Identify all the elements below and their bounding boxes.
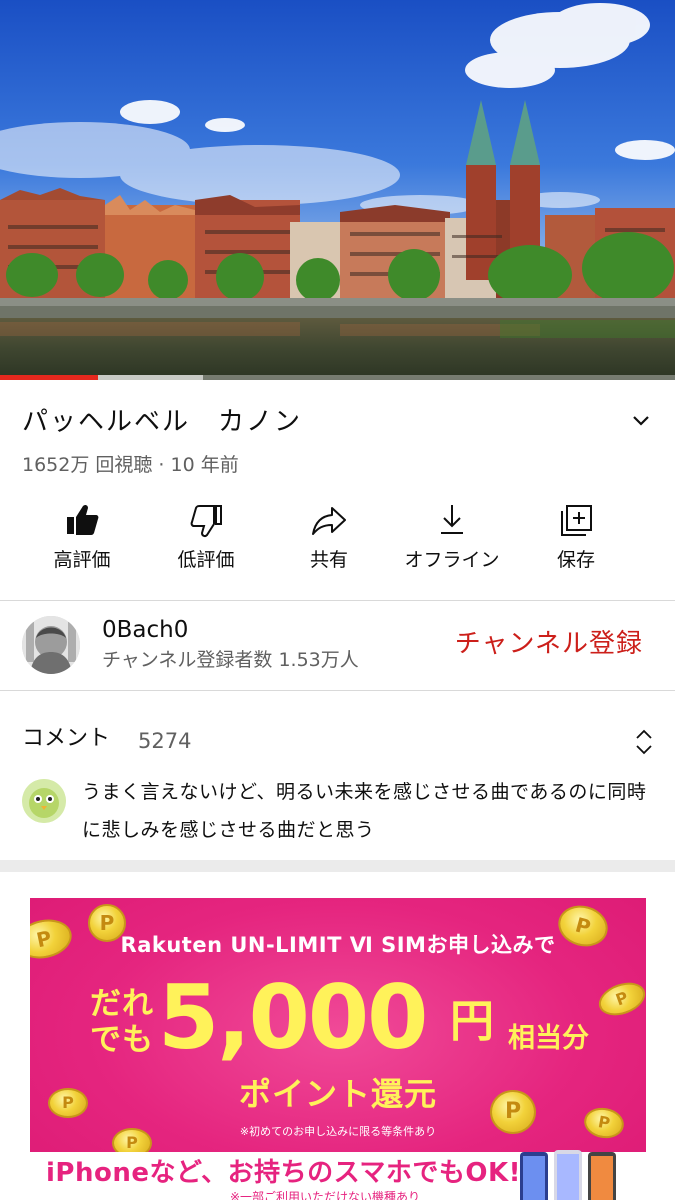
ad-brand-line: Rakuten UN-LIMIT Ⅵ SIMお申し込みで [120,933,556,957]
subscribe-button[interactable]: チャンネル登録 [455,626,643,662]
ad-bottom-text: iPhoneなど、お持ちのスマホでもOK! [46,1158,522,1188]
ad-pre-line-2: でも [90,1022,154,1058]
comments-count: 5274 [138,729,192,753]
ad-point-line: ポイント還元 [238,1075,437,1113]
offline-label: オフライン [404,549,500,571]
download-icon [441,505,463,534]
ad-banner[interactable]: P P P P P P P P Rakuten UN-LIMIT Ⅵ SIMお申… [30,898,646,1200]
video-progress-bar[interactable] [0,375,675,380]
section-separator [0,860,675,872]
thumbs-down-icon [190,505,222,538]
ad-pre-line-1: だれ [90,986,154,1022]
channel-avatar[interactable] [22,616,80,674]
channel-name[interactable]: 0Bach0 [102,614,188,646]
offline-download-button[interactable]: オフライン [390,500,514,580]
dislike-label: 低評価 [177,549,235,571]
divider [0,600,675,601]
comments-label[interactable]: コメント [22,724,110,754]
channel-avatar-image [22,616,80,674]
ad-bottom-subtext: ※一部ご利用いただけない機種あり [230,1190,421,1200]
commenter-avatar-image [22,779,66,823]
ad-amount-unit: 円 [450,996,494,1047]
like-label: 高評価 [53,549,111,571]
video-meta: 1652万 回視聴 · 10 年前 [22,454,239,476]
save-button[interactable]: 保存 [514,500,638,580]
ad-amount: 5,000 [158,966,428,1069]
divider [0,690,675,691]
share-button[interactable]: 共有 [267,500,391,580]
share-label: 共有 [309,549,348,571]
chevron-down-icon[interactable] [630,410,652,432]
commenter-avatar [22,779,66,823]
video-progress-played [0,375,98,380]
video-player[interactable] [0,0,675,380]
thumbs-up-icon [67,504,99,535]
comment-text[interactable]: うまく言えないけど、明るい未来を感じさせる曲であるのに同時に悲しみを感じさせる曲… [82,773,652,849]
dislike-button[interactable]: 低評価 [144,500,268,580]
video-title: パッヘルベル カノン [22,407,303,437]
smartphones-image [520,1150,616,1200]
save-playlist-icon [561,505,592,536]
save-label: 保存 [556,549,595,571]
ad-pre-text: だれ でも [90,986,154,1058]
action-bar: 高評価 低評価 共有 オフライン 保存 [0,500,675,580]
ad-note: ※初めてのお申し込みに限る等条件あり [239,1125,437,1138]
video-thumbnail-scene [0,0,675,380]
like-button[interactable]: 高評価 [20,500,144,580]
expand-collapse-icon[interactable] [632,727,656,757]
video-title-row[interactable]: パッヘルベル カノン [22,404,652,440]
ad-amount-suffix: 相当分 [508,1023,589,1054]
channel-subscriber-count: チャンネル登録者数 1.53万人 [102,649,359,671]
share-icon [312,507,346,535]
